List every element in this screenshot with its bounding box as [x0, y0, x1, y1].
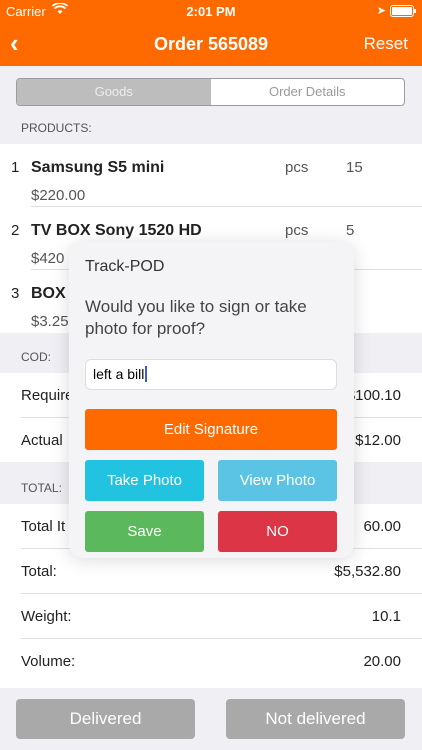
- products-header: PRODUCTS:: [21, 121, 92, 135]
- save-button[interactable]: Save: [85, 511, 204, 552]
- nav-bar: ‹ Order 565089 Reset: [0, 22, 422, 66]
- total-items-value: 60.00: [363, 518, 401, 535]
- product-unit: pcs: [285, 222, 309, 239]
- product-price: $3.25: [31, 313, 69, 330]
- not-delivered-button[interactable]: Not delivered: [226, 699, 405, 739]
- cod-actual-value[interactable]: $12.00: [355, 432, 401, 449]
- product-number: 1: [11, 159, 20, 176]
- dialog-title: Track-POD: [85, 258, 165, 275]
- product-quantity: 5: [346, 222, 355, 239]
- divider: [21, 593, 422, 594]
- product-unit: pcs: [285, 159, 309, 176]
- bottom-bar: Delivered Not delivered: [0, 688, 422, 750]
- total-label: Total:: [21, 563, 57, 580]
- proof-note-input[interactable]: left a bill: [85, 359, 337, 390]
- product-name: BOX: [31, 285, 66, 302]
- tab-goods[interactable]: Goods: [17, 79, 211, 105]
- product-price: $220.00: [31, 187, 86, 204]
- proof-dialog: Track-POD Would you like to sign or take…: [69, 242, 354, 558]
- product-price: $420: [31, 250, 65, 267]
- total-items-label: Total It: [21, 518, 66, 535]
- battery-icon: [390, 5, 416, 17]
- page-title: Order 565089: [153, 34, 269, 54]
- volume-label: Volume:: [21, 653, 76, 670]
- proof-note-value: left a bill: [93, 366, 145, 382]
- divider: [21, 638, 422, 639]
- segmented-control: Goods Order Details: [16, 78, 405, 106]
- volume-value: 20.00: [363, 653, 401, 670]
- weight-value: 10.1: [371, 608, 401, 625]
- view-photo-button[interactable]: View Photo: [218, 460, 337, 501]
- product-number: 3: [11, 285, 20, 302]
- cod-required-label: Require: [21, 387, 74, 404]
- product-number: 2: [11, 222, 20, 239]
- total-value: $5,532.80: [334, 563, 401, 580]
- take-photo-button[interactable]: Take Photo: [85, 460, 204, 501]
- product-quantity: 15: [346, 159, 363, 176]
- location-arrow-icon: ➤: [376, 5, 386, 17]
- clock: 2:01 PM: [186, 4, 236, 19]
- cod-required-value: $100.10: [346, 387, 401, 404]
- cod-actual-label: Actual: [21, 432, 63, 449]
- edit-signature-button[interactable]: Edit Signature: [85, 409, 337, 450]
- weight-label: Weight:: [21, 608, 72, 625]
- no-button[interactable]: NO: [218, 511, 337, 552]
- product-name: Samsung S5 mini: [31, 159, 165, 176]
- product-name: TV BOX Sony 1520 HD: [31, 222, 202, 239]
- tab-order-details[interactable]: Order Details: [211, 79, 405, 105]
- dialog-message: Would you like to sign or take photo for…: [85, 297, 307, 338]
- text-caret: [145, 366, 148, 382]
- status-bar: Carrier 2:01 PM ➤: [0, 0, 422, 22]
- delivered-button[interactable]: Delivered: [16, 699, 195, 739]
- product-row[interactable]: 1 Samsung S5 mini pcs 15 $220.00: [0, 144, 422, 207]
- reset-button[interactable]: Reset: [364, 34, 408, 54]
